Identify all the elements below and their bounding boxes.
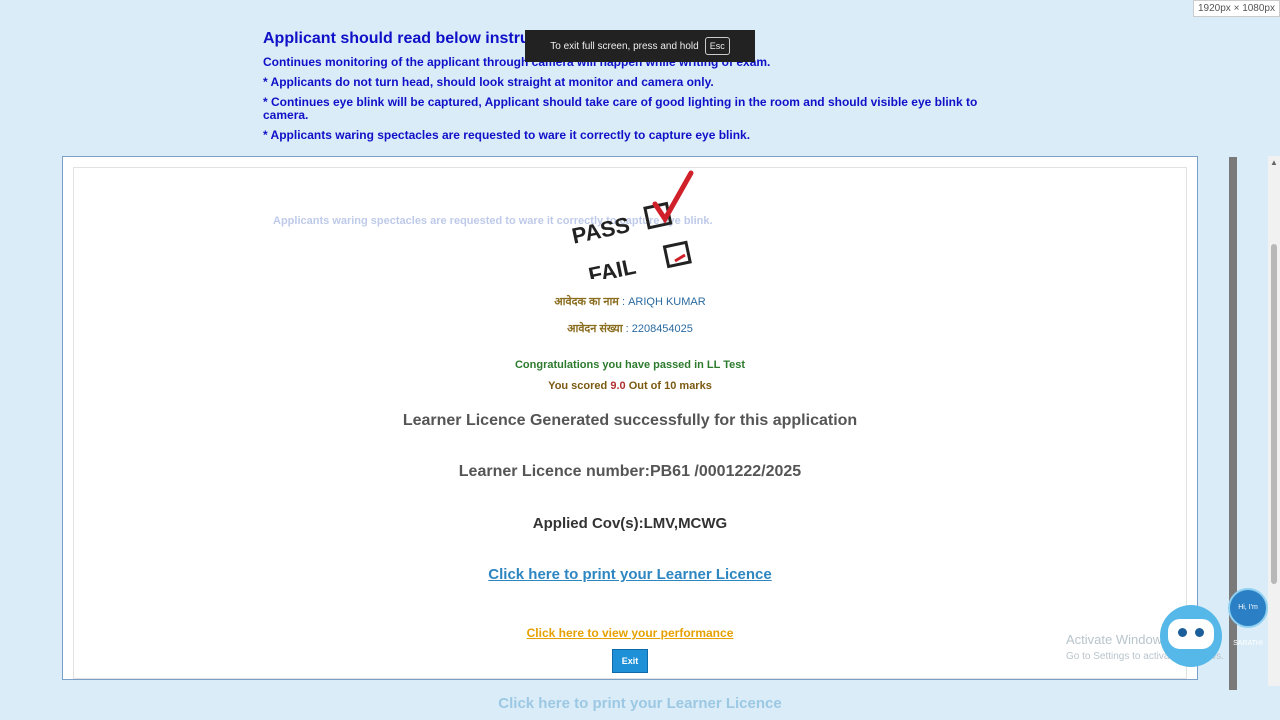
applied-cov: Applied Cov(s):LMV,MCWG [532,515,728,532]
applicant-name-value: : ARIQH KUMAR [621,296,706,308]
view-performance-link[interactable]: Click here to view your performance [527,626,734,640]
exit-button[interactable]: Exit [611,649,649,673]
application-number-label: आवेदन संख्या [567,323,623,335]
fullscreen-toast-text: To exit full screen, press and hold [550,40,699,52]
pass-fail-stamp-graphic: PASS FAIL [570,170,694,288]
application-number-value: : 2208454025 [625,323,693,335]
chatbot-greeting-bubble[interactable]: Hi, I'm SARATHI [1228,588,1268,647]
pass-text: PASS [570,212,632,249]
score-value: 9.0 [610,380,626,392]
page-scrollbar[interactable] [1268,156,1280,686]
chatbot-eye-icon [1178,628,1187,637]
congratulations-text: Congratulations you have passed in LL Te… [514,359,746,371]
esc-key-hint: Esc [704,37,730,55]
instruction-line: * Applicants waring spectacles are reque… [263,128,751,142]
print-licence-link[interactable]: Click here to print your Learner Licence [488,566,771,583]
applicant-name-row: आवेदक का नाम : ARIQH KUMAR [63,294,1197,309]
pass-fail-stamp: PASS FAIL [563,169,703,288]
ll-number: Learner Licence number:PB61 /0001222/202… [458,463,802,480]
score-line: You scored 9.0 Out of 10 marks [63,380,1197,392]
result-panel: Applicants waring spectacles are request… [62,156,1198,680]
instruction-line: * Applicants do not turn head, should lo… [263,75,714,89]
score-suffix: Out of 10 marks [628,380,712,392]
fail-text: FAIL [586,254,638,279]
scroll-up-arrow-icon[interactable]: ▲ [1270,158,1278,167]
resolution-badge: 1920px × 1080px [1192,0,1280,17]
chatbot-face [1168,619,1214,649]
applicant-name-label: आवेदक का नाम [554,296,619,308]
ll-generated-message: Learner Licence Generated successfully f… [402,412,858,429]
chatbot-eye-icon [1195,628,1204,637]
fail-checkbox [662,240,692,269]
red-mark-icon [674,253,686,263]
fullscreen-toast: To exit full screen, press and hold Esc [525,30,755,62]
ghost-print-link: Click here to print your Learner Licence [498,695,782,712]
application-number-row: आवेदन संख्या : 2208454025 [63,321,1197,336]
instruction-line: * Continues eye blink will be captured, … [263,95,978,122]
score-prefix: You scored [548,380,608,392]
red-check-mark-icon [652,170,694,224]
chatbot-avatar-icon[interactable] [1160,605,1222,667]
page-scrollbar-thumb[interactable] [1271,244,1277,584]
